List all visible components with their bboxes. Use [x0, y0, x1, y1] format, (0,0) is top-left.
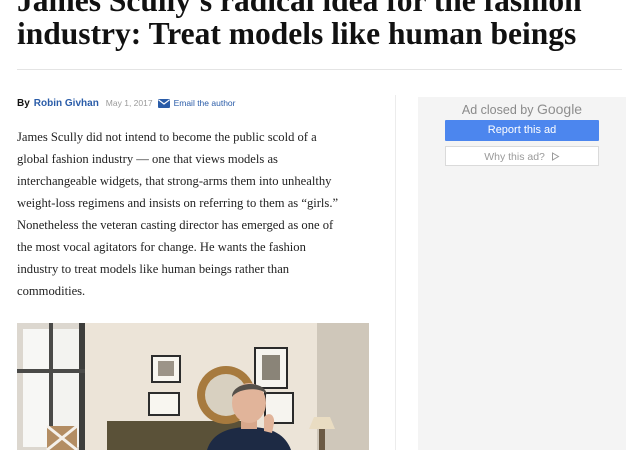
body-line: commodities. [17, 284, 86, 298]
byline: By Robin Givhan May 1, 2017 Email the au… [17, 96, 235, 110]
body-line: interchangeable widgets, that strong-arm… [17, 174, 332, 188]
article-headline: James Scully's radical idea for the fash… [17, 0, 627, 50]
body-line: industry to treat models like human bein… [17, 262, 290, 276]
why-this-ad-button[interactable]: Why this ad? [445, 146, 599, 166]
ad-closed-notice: Ad closed by Google [418, 101, 626, 117]
why-this-ad-label: Why this ad? [484, 151, 545, 163]
column-divider [395, 95, 396, 450]
article-photo-illustration [17, 323, 369, 450]
ad-panel: Ad closed by Google Report this ad Why t… [418, 97, 626, 450]
byline-prefix: By [17, 97, 30, 109]
mail-icon[interactable] [157, 98, 170, 108]
report-ad-button[interactable]: Report this ad [445, 120, 599, 141]
body-line: weight-loss regimens and insists on refe… [17, 196, 339, 210]
body-line: James Scully did not intend to become th… [17, 130, 317, 144]
article-photo [17, 323, 369, 450]
body-line: global fashion industry — one that views… [17, 152, 278, 166]
email-author-link[interactable]: Email the author [174, 98, 236, 108]
article-body: James Scully did not intend to become th… [17, 126, 379, 302]
body-line: the most vocal agitators for change. He … [17, 240, 306, 254]
google-logo: Google [536, 101, 583, 117]
play-outline-icon [551, 152, 560, 161]
body-line: Nonetheless the veteran casting director… [17, 218, 334, 232]
author-link[interactable]: Robin Givhan [34, 98, 99, 109]
publish-date: May 1, 2017 [105, 98, 153, 108]
headline-line-2: industry: Treat models like human beings [17, 16, 577, 51]
headline-divider [17, 69, 622, 70]
ad-closed-label: Ad closed by [461, 103, 534, 117]
